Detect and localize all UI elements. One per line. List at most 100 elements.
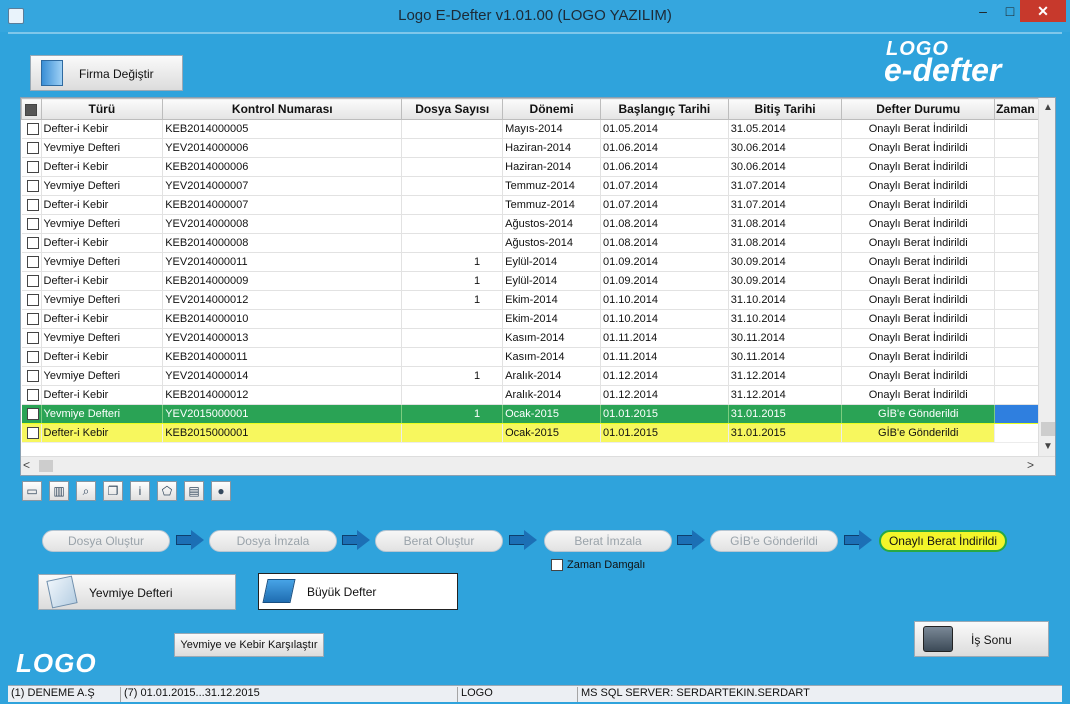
row-checkbox-cell[interactable] xyxy=(21,404,42,424)
scroll-right-icon[interactable]: > xyxy=(1027,458,1034,472)
row-checkbox-cell[interactable] xyxy=(21,214,42,234)
row-checkbox[interactable] xyxy=(26,370,39,383)
row-checkbox[interactable] xyxy=(26,142,39,155)
column-header[interactable]: Kontrol Numarası xyxy=(162,98,403,120)
certificate-icon[interactable]: ⬠ xyxy=(157,481,177,501)
row-checkbox-cell[interactable] xyxy=(21,233,42,253)
cell-durum: Onaylı Berat İndirildi xyxy=(841,214,996,234)
row-checkbox[interactable] xyxy=(26,389,39,402)
buyuk-defter-button[interactable]: Büyük Defter xyxy=(258,573,458,610)
zaman-damgali-checkbox[interactable] xyxy=(551,559,563,572)
column-header[interactable]: Türü xyxy=(40,98,164,120)
yevmiye-defteri-button[interactable]: Yevmiye Defteri xyxy=(38,574,236,610)
row-checkbox-cell[interactable] xyxy=(21,309,42,329)
cell-baslangic: 01.05.2014 xyxy=(600,119,729,139)
row-checkbox[interactable] xyxy=(26,294,39,307)
table-row[interactable]: Defter-i Kebir KEB2014000005 Mayıs-2014 01.… xyxy=(21,119,1055,139)
scroll-down-icon[interactable]: ▼ xyxy=(1039,438,1055,456)
row-checkbox[interactable] xyxy=(26,313,39,326)
minimize-button[interactable]: – xyxy=(968,0,998,22)
row-checkbox[interactable] xyxy=(26,256,39,269)
column-header[interactable]: Defter Durumu xyxy=(841,98,996,120)
row-checkbox[interactable] xyxy=(26,161,39,174)
step-berat-olustur[interactable]: Berat Oluştur xyxy=(375,530,503,552)
row-checkbox-cell[interactable] xyxy=(21,423,42,443)
zaman-damgali-option[interactable]: Zaman Damgalı xyxy=(551,559,645,572)
step-onayli-berat-indirildi[interactable]: Onaylı Berat İndirildi xyxy=(879,530,1007,552)
copy-icon[interactable]: ❐ xyxy=(103,481,123,501)
is-sonu-button[interactable]: İş Sonu xyxy=(914,621,1049,657)
row-checkbox[interactable] xyxy=(26,180,39,193)
cell-bitis: 31.10.2014 xyxy=(728,290,843,310)
vertical-scrollbar[interactable]: ▲ ▼ xyxy=(1038,98,1055,456)
row-checkbox[interactable] xyxy=(26,199,39,212)
row-checkbox-cell[interactable] xyxy=(21,157,42,177)
table-row[interactable]: Defter-i Kebir KEB2014000007 Temmuz-2014 01… xyxy=(21,195,1055,215)
table-row[interactable]: Yevmiye Defteri YEV2014000008 Ağustos-2014… xyxy=(21,214,1055,234)
column-header[interactable]: Başlangıç Tarihi xyxy=(599,98,729,120)
table-row[interactable]: Defter-i Kebir KEB2014000011 Kasım-2014 01.… xyxy=(21,347,1055,367)
scroll-thumb[interactable] xyxy=(1041,422,1055,436)
row-checkbox[interactable] xyxy=(26,123,39,136)
folder-icon[interactable]: ▤ xyxy=(184,481,204,501)
row-checkbox[interactable] xyxy=(26,237,39,250)
row-checkbox[interactable] xyxy=(26,275,39,288)
row-checkbox[interactable] xyxy=(26,408,39,421)
step-berat-imzala[interactable]: Berat İmzala xyxy=(544,530,672,552)
row-checkbox[interactable] xyxy=(26,332,39,345)
step-dosya-olustur[interactable]: Dosya Oluştur xyxy=(42,530,170,552)
table-row[interactable]: Defter-i Kebir KEB2014000012 Aralık-2014 01… xyxy=(21,385,1055,405)
step-dosya-imzala[interactable]: Dosya İmzala xyxy=(209,530,337,552)
scroll-up-icon[interactable]: ▲ xyxy=(1039,99,1055,117)
cell-donemi: Haziran-2014 xyxy=(502,157,601,177)
cell-donemi: Ağustos-2014 xyxy=(502,233,601,253)
cell-kontrol: YEV2014000008 xyxy=(162,214,403,234)
table-row[interactable]: Defter-i Kebir KEB2014000006 Haziran-2014 0… xyxy=(21,157,1055,177)
row-checkbox-cell[interactable] xyxy=(21,119,42,139)
info-icon[interactable]: i xyxy=(130,481,150,501)
table-row[interactable]: Yevmiye Defteri YEV2014000007 Temmuz-2014 0… xyxy=(21,176,1055,196)
table-row[interactable]: Yevmiye Defteri YEV2014000011 1 Eylül-2014 0… xyxy=(21,252,1055,272)
close-button[interactable]: ✕ xyxy=(1020,0,1066,22)
karsilastir-button[interactable]: Yevmiye ve Kebir Karşılaştır xyxy=(174,633,324,657)
table-row[interactable]: Yevmiye Defteri YEV2014000012 1 Ekim-2014 01… xyxy=(21,290,1055,310)
firma-degistir-button[interactable]: Firma Değiştir xyxy=(30,55,183,91)
table-row[interactable]: Defter-i Kebir KEB2014000008 Ağustos-2014 0… xyxy=(21,233,1055,253)
step-gibe-gonderildi[interactable]: GİB'e Gönderildi xyxy=(710,530,838,552)
globe-icon[interactable]: ● xyxy=(211,481,231,501)
row-checkbox[interactable] xyxy=(26,218,39,231)
scroll-left-icon[interactable]: < xyxy=(23,458,30,472)
column-header[interactable]: Dosya Sayısı xyxy=(401,98,504,120)
column-header[interactable]: Dönemi xyxy=(502,98,601,120)
select-all-checkbox[interactable] xyxy=(21,98,42,120)
cell-donemi: Kasım-2014 xyxy=(502,328,601,348)
row-checkbox-cell[interactable] xyxy=(21,347,42,367)
table-row[interactable]: Yevmiye Defteri YEV2014000013 Kasım-2014 01… xyxy=(21,328,1055,348)
trash-icon[interactable]: ▥ xyxy=(49,481,69,501)
horizontal-scrollbar[interactable]: < > xyxy=(21,456,1055,475)
cell-baslangic: 01.10.2014 xyxy=(600,309,729,329)
table-row[interactable]: Yevmiye Defteri YEV2014000006 Haziran-2014… xyxy=(21,138,1055,158)
search-document-icon[interactable]: ⌕ xyxy=(76,481,96,501)
column-header[interactable]: Bitiş Tarihi xyxy=(727,98,843,120)
row-checkbox-cell[interactable] xyxy=(21,138,42,158)
row-checkbox-cell[interactable] xyxy=(21,271,42,291)
hscroll-thumb[interactable] xyxy=(39,460,53,472)
row-checkbox-cell[interactable] xyxy=(21,290,42,310)
table-row[interactable]: Defter-i Kebir KEB2015000001 Ocak-2015 01.0… xyxy=(21,423,1055,443)
ledger-grid[interactable]: Türü Kontrol Numarası Dosya Sayısı Dönem… xyxy=(20,97,1056,476)
row-checkbox-cell[interactable] xyxy=(21,328,42,348)
cell-bitis: 31.12.2014 xyxy=(728,385,843,405)
row-checkbox-cell[interactable] xyxy=(21,385,42,405)
table-row[interactable]: Defter-i Kebir KEB2014000010 Ekim-2014 01.1… xyxy=(21,309,1055,329)
table-row[interactable]: Yevmiye Defteri YEV2014000014 1 Aralık-2014… xyxy=(21,366,1055,386)
row-checkbox-cell[interactable] xyxy=(21,366,42,386)
table-row[interactable]: Defter-i Kebir KEB2014000009 1 Eylül-2014 01… xyxy=(21,271,1055,291)
open-folder-icon[interactable]: ▭ xyxy=(22,481,42,501)
row-checkbox[interactable] xyxy=(26,427,39,440)
row-checkbox-cell[interactable] xyxy=(21,195,42,215)
row-checkbox-cell[interactable] xyxy=(21,252,42,272)
table-row[interactable]: Yevmiye Defteri YEV2015000001 1 Ocak-2015 01… xyxy=(21,404,1055,424)
row-checkbox-cell[interactable] xyxy=(21,176,42,196)
row-checkbox[interactable] xyxy=(26,351,39,364)
